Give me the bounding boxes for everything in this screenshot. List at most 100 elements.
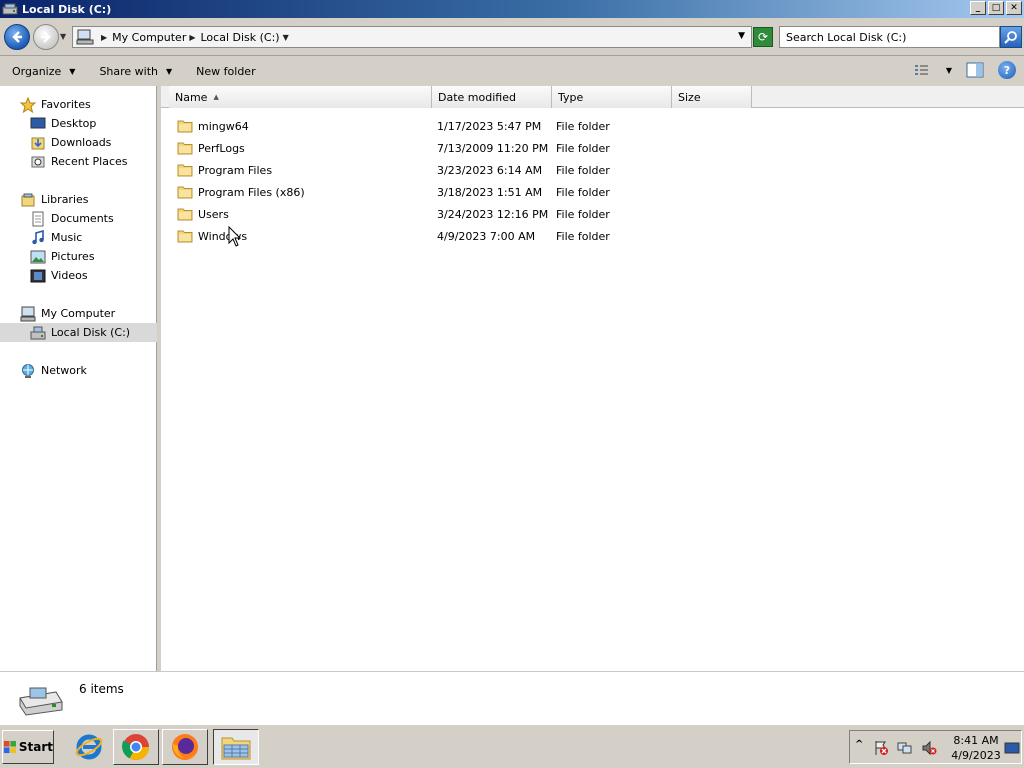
address-dropdown-icon[interactable]: ▼: [738, 31, 745, 41]
folder-icon: [177, 186, 193, 199]
preview-pane-icon[interactable]: [966, 62, 984, 78]
volume-muted-icon[interactable]: [921, 740, 937, 756]
nav-label: Desktop: [51, 117, 97, 130]
clock[interactable]: 8:41 AM 4/9/2023: [946, 733, 1006, 763]
nav-label: Network: [41, 364, 87, 377]
mouse-cursor-icon: [228, 226, 242, 247]
file-date: 7/13/2009 11:20 PM: [437, 141, 549, 155]
start-label: Start: [18, 740, 53, 754]
nav-libraries[interactable]: Libraries: [20, 190, 89, 209]
windows-logo-icon: [3, 740, 16, 754]
chevron-down-icon: ▼: [69, 66, 76, 76]
file-row[interactable]: Windows 4/9/2023 7:00 AM File folder: [161, 225, 1024, 247]
recent-places-icon: [31, 156, 45, 167]
file-name: Program Files: [198, 163, 273, 177]
star-icon: [20, 96, 36, 113]
view-options-dropdown-icon[interactable]: ▼: [946, 66, 952, 75]
nav-pictures[interactable]: Pictures: [30, 247, 95, 266]
breadcrumb-local-disk[interactable]: Local Disk (C:): [201, 31, 280, 44]
folder-icon: [177, 120, 193, 133]
nav-downloads[interactable]: Downloads: [30, 133, 111, 152]
file-row[interactable]: Program Files 3/23/2023 6:14 AM File fol…: [161, 159, 1024, 181]
libraries-icon: [21, 193, 35, 206]
documents-icon: [32, 211, 44, 226]
folder-icon: [177, 142, 193, 155]
nav-label: Music: [51, 231, 83, 244]
breadcrumb-arrow-icon[interactable]: ▼: [283, 33, 289, 42]
action-center-flag-icon[interactable]: [873, 740, 889, 756]
maximize-button[interactable]: □: [988, 1, 1004, 15]
pictures-icon: [30, 250, 46, 263]
breadcrumb-arrow-icon[interactable]: ▶: [101, 33, 107, 42]
window-title: Local Disk (C:): [22, 2, 112, 16]
downloads-icon: [31, 137, 45, 149]
nav-favorites[interactable]: Favorites: [20, 95, 91, 114]
nav-recent-places[interactable]: Recent Places: [30, 152, 128, 171]
breadcrumb-my-computer[interactable]: My Computer: [112, 31, 186, 44]
column-header-name[interactable]: Name ▲: [169, 86, 432, 108]
navigation-pane: Favorites Desktop Downloads Recent Place…: [0, 86, 157, 671]
title-bar[interactable]: Local Disk (C:) _ □ ✕: [0, 0, 1024, 18]
search-icon: [1004, 31, 1017, 44]
nav-my-computer[interactable]: My Computer: [20, 304, 115, 323]
column-header-size[interactable]: Size: [672, 86, 752, 108]
system-tray: ^ 8:41 AM 4/9/2023: [849, 730, 1022, 764]
folder-icon: [177, 230, 193, 243]
command-bar: Organize ▼ Share with ▼ New folder ▼ ?: [0, 57, 1024, 85]
drive-icon: [30, 326, 46, 339]
details-pane: 6 items: [0, 671, 1024, 724]
file-type: File folder: [556, 141, 610, 155]
file-date: 4/9/2023 7:00 AM: [437, 229, 536, 243]
chevron-down-icon: ▼: [166, 66, 173, 76]
nav-local-disk[interactable]: Local Disk (C:): [0, 323, 157, 342]
show-desktop-icon[interactable]: [1004, 740, 1020, 756]
new-folder-button[interactable]: New folder: [184, 65, 267, 78]
nav-videos[interactable]: Videos: [30, 266, 88, 285]
search-button[interactable]: [1000, 26, 1022, 48]
file-name: Users: [198, 207, 229, 221]
taskbar-firefox[interactable]: [162, 729, 208, 765]
nav-network[interactable]: Network: [20, 361, 87, 380]
network-status-icon[interactable]: [897, 740, 913, 756]
forward-button[interactable]: [33, 24, 59, 50]
file-row[interactable]: mingw64 1/17/2023 5:47 PM File folder: [161, 115, 1024, 137]
file-row[interactable]: PerfLogs 7/13/2009 11:20 PM File folder: [161, 137, 1024, 159]
taskbar-file-explorer[interactable]: [213, 729, 259, 765]
organize-button[interactable]: Organize ▼: [0, 65, 87, 78]
file-row[interactable]: Users 3/24/2023 12:16 PM File folder: [161, 203, 1024, 225]
start-button[interactable]: Start: [2, 730, 54, 764]
file-explorer-icon: [221, 737, 251, 760]
drive-icon: [19, 687, 63, 716]
clock-date: 4/9/2023: [951, 749, 1001, 762]
file-row[interactable]: Program Files (x86) 3/18/2023 1:51 AM Fi…: [161, 181, 1024, 203]
taskbar-chrome[interactable]: [113, 729, 159, 765]
file-list: Name ▲ Date modified Type Size mingw64 1…: [161, 86, 1024, 671]
taskbar: Start ^ 8:41 AM 4/9/2023: [0, 724, 1024, 768]
nav-music[interactable]: Music: [30, 228, 82, 247]
recent-pages-dropdown-icon[interactable]: ▼: [60, 32, 66, 41]
show-hidden-icons-icon[interactable]: ^: [855, 739, 863, 750]
nav-label: My Computer: [41, 307, 116, 320]
nav-documents[interactable]: Documents: [30, 209, 114, 228]
refresh-button[interactable]: ⟳: [753, 27, 773, 47]
taskbar-internet-explorer[interactable]: [66, 729, 112, 765]
chrome-icon: [122, 734, 150, 761]
internet-explorer-icon: [75, 734, 103, 760]
close-button[interactable]: ✕: [1006, 1, 1022, 15]
minimize-button[interactable]: _: [970, 1, 986, 15]
column-header-date-modified[interactable]: Date modified: [432, 86, 552, 108]
column-header-type[interactable]: Type: [552, 86, 672, 108]
help-icon[interactable]: ?: [998, 61, 1016, 79]
address-box[interactable]: ▶ My Computer ▶ Local Disk (C:) ▼ ▼: [72, 26, 752, 48]
back-button[interactable]: [4, 24, 30, 50]
change-view-icon[interactable]: [914, 62, 932, 78]
search-input[interactable]: Search Local Disk (C:): [779, 26, 1000, 48]
share-with-button[interactable]: Share with ▼: [87, 65, 184, 78]
desktop-icon: [30, 117, 46, 128]
nav-label: Videos: [51, 269, 88, 282]
file-type: File folder: [556, 185, 610, 199]
nav-desktop[interactable]: Desktop: [30, 114, 96, 133]
breadcrumb-arrow-icon[interactable]: ▶: [189, 33, 195, 42]
computer-icon: [76, 29, 94, 45]
item-count: 6 items: [79, 682, 124, 696]
